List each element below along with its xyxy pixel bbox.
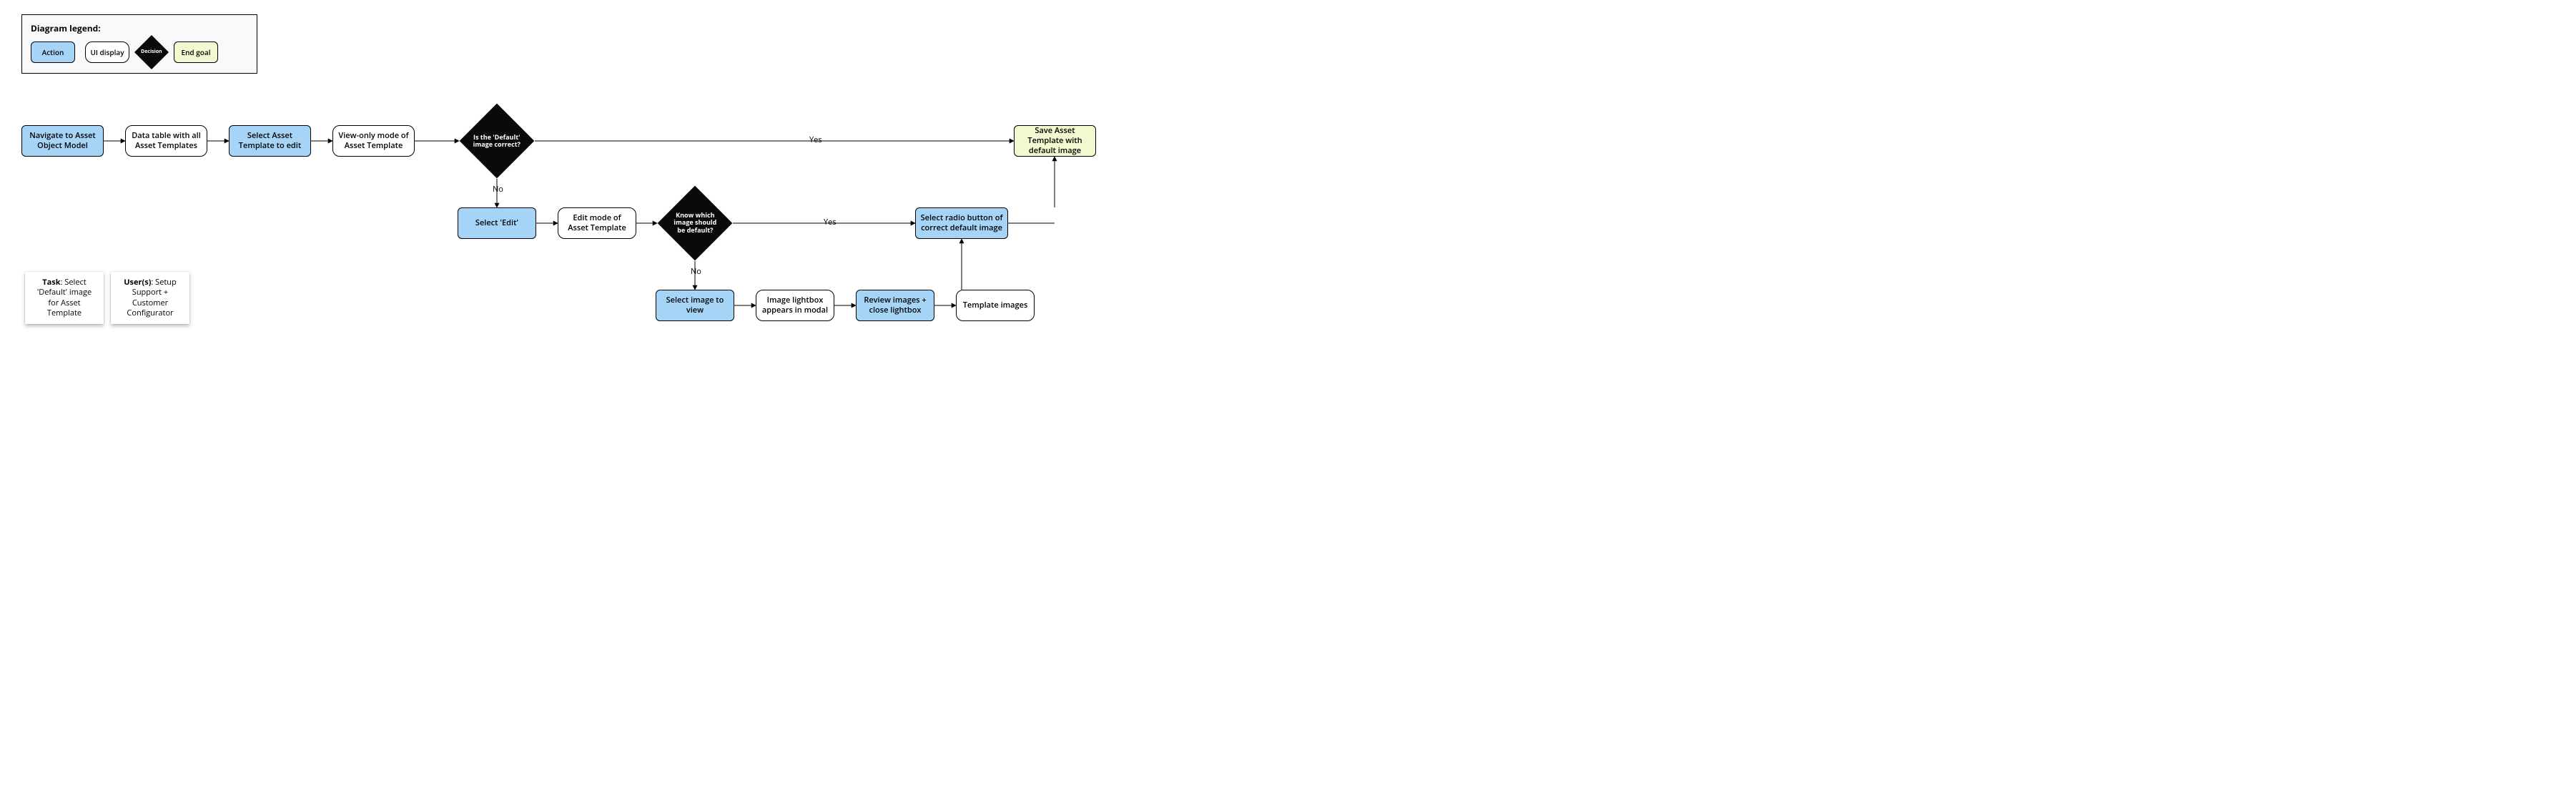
node-decision-default: Is the 'Default' image correct? [460,104,535,179]
node-lightbox: Image lightbox appears in modal [756,290,834,321]
legend-endgoal: End goal [174,41,218,63]
node-view-only: View-only mode of Asset Template [332,125,415,157]
node-select-radio: Select radio button of correct default i… [915,207,1008,239]
node-review: Review images + close lightbox [856,290,934,321]
node-navigate: Navigate to Asset Object Model [21,125,104,157]
legend-panel: Diagram legend: Action UI display Decisi… [21,14,257,74]
node-template-images: Template images [956,290,1035,321]
legend-action: Action [31,41,75,63]
note-users: User(s): Setup Support + Customer Config… [111,272,189,324]
legend-decision: Decision [134,35,169,69]
node-edit-mode: Edit mode of Asset Template [558,207,636,239]
node-datatable: Data table with all Asset Templates [125,125,207,157]
edge-label-no1: No [491,184,505,195]
edge-label-yes1: Yes [808,134,824,145]
node-save: Save Asset Template with default image [1014,125,1096,157]
node-select-template: Select Asset Template to edit [229,125,311,157]
edge-label-yes2: Yes [822,217,838,227]
node-select-edit: Select 'Edit' [458,207,536,239]
note-task: Task: Select 'Default' image for Asset T… [25,272,104,324]
node-select-image: Select image to view [656,290,734,321]
legend-title: Diagram legend: [22,15,257,39]
node-decision-know: Know which image should be default? [658,186,733,261]
legend-display: UI display [85,41,129,63]
edge-label-no2: No [689,266,703,277]
